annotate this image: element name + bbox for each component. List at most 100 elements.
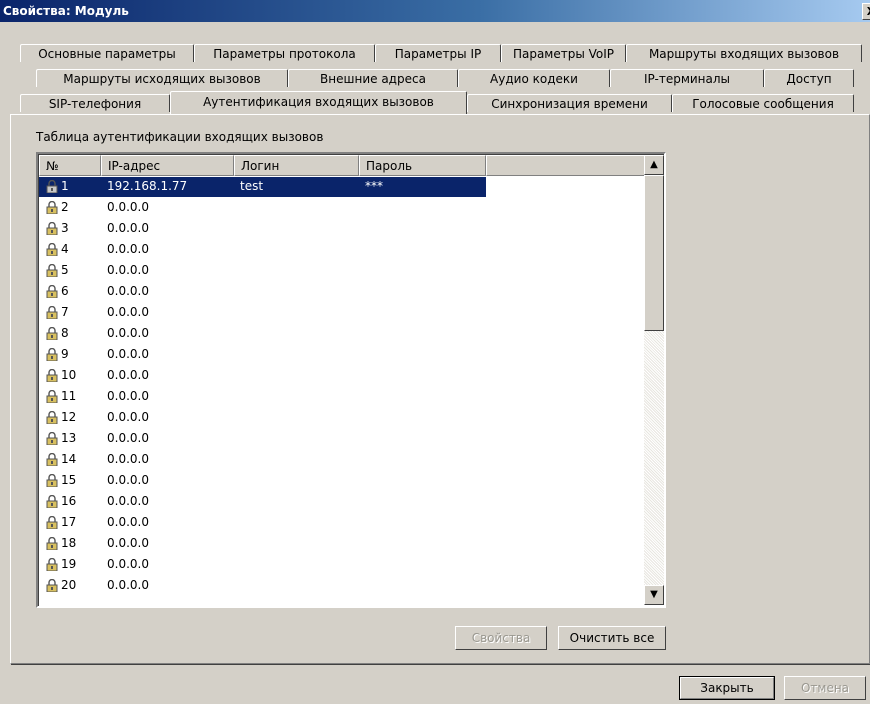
lock-icon <box>46 495 58 508</box>
table-caption: Таблица аутентификации входящих вызовов <box>36 130 324 144</box>
cell-num: 10 <box>61 368 77 382</box>
cell-ip-address: 0.0.0.0 <box>107 452 149 466</box>
cell-num: 2 <box>61 200 69 214</box>
cell-num: 4 <box>61 242 69 256</box>
table-row[interactable]: 19 0.0.0.0 <box>39 554 645 575</box>
column-header-login[interactable]: Логин <box>234 155 359 176</box>
lock-icon <box>46 222 58 235</box>
table-header: № IP-адрес Логин Пароль <box>39 155 645 176</box>
cell-num: 15 <box>61 473 77 487</box>
vertical-scrollbar[interactable]: ▲ ▼ <box>644 155 664 605</box>
scroll-down-button[interactable]: ▼ <box>644 585 664 605</box>
tab-row1-5[interactable]: Маршруты входящих вызовов <box>626 44 862 62</box>
table-row[interactable]: 9 0.0.0.0 <box>39 344 645 365</box>
title-bar: Свойства: Модуль X <box>0 0 870 22</box>
cell-ip-address: 0.0.0.0 <box>107 284 149 298</box>
lock-icon <box>46 348 58 361</box>
table-row[interactable]: 13 0.0.0.0 <box>39 428 645 449</box>
column-header-password[interactable]: Пароль <box>359 155 486 176</box>
tab-row2-2[interactable]: Внешние адреса <box>288 69 458 87</box>
cell-num: 3 <box>61 221 69 235</box>
lock-icon <box>46 390 58 403</box>
table-row[interactable]: 1 192.168.1.77 test *** <box>39 176 645 197</box>
tab-row1-2[interactable]: Параметры протокола <box>194 44 375 62</box>
table-row[interactable]: 3 0.0.0.0 <box>39 218 645 239</box>
clear-all-button[interactable]: Очистить все <box>558 626 666 650</box>
table-row[interactable]: 15 0.0.0.0 <box>39 470 645 491</box>
cell-ip-address: 192.168.1.77 <box>107 179 188 193</box>
table-row[interactable]: 20 0.0.0.0 <box>39 575 645 596</box>
cell-ip-address: 0.0.0.0 <box>107 368 149 382</box>
tab-row1-1[interactable]: Основные параметры <box>20 44 194 62</box>
scroll-thumb[interactable] <box>644 175 664 331</box>
cell-num: 19 <box>61 557 77 571</box>
lock-icon <box>46 285 58 298</box>
lock-icon <box>46 579 58 592</box>
table-row[interactable]: 10 0.0.0.0 <box>39 365 645 386</box>
cell-num: 7 <box>61 305 69 319</box>
tab-row3-4[interactable]: Голосовые сообщения <box>672 94 854 112</box>
table-row[interactable]: 6 0.0.0.0 <box>39 281 645 302</box>
cancel-button[interactable]: Отмена <box>784 676 866 700</box>
table-row[interactable]: 4 0.0.0.0 <box>39 239 645 260</box>
scroll-up-button[interactable]: ▲ <box>644 155 664 175</box>
close-window-button[interactable]: X <box>862 3 870 20</box>
tab-row3-1[interactable]: SIP-телефония <box>20 94 170 112</box>
lock-icon <box>46 201 58 214</box>
close-button[interactable]: Закрыть <box>679 676 775 700</box>
lock-icon <box>46 474 58 487</box>
table-row[interactable]: 18 0.0.0.0 <box>39 533 645 554</box>
cell-password: *** <box>365 179 383 193</box>
cell-ip-address: 0.0.0.0 <box>107 200 149 214</box>
tab-row3-3[interactable]: Синхронизация времени <box>467 94 672 112</box>
tab-row1-3[interactable]: Параметры IP <box>375 44 501 62</box>
table-row[interactable]: 16 0.0.0.0 <box>39 491 645 512</box>
properties-button[interactable]: Свойства <box>455 626 547 650</box>
cell-ip-address: 0.0.0.0 <box>107 242 149 256</box>
cell-ip-address: 0.0.0.0 <box>107 494 149 508</box>
lock-icon <box>46 432 58 445</box>
cell-ip-address: 0.0.0.0 <box>107 515 149 529</box>
cell-ip-address: 0.0.0.0 <box>107 473 149 487</box>
window-title: Свойства: Модуль <box>3 4 129 18</box>
column-header-ip[interactable]: IP-адрес <box>101 155 234 176</box>
cell-ip-address: 0.0.0.0 <box>107 326 149 340</box>
tab-row2-3[interactable]: Аудио кодеки <box>458 69 610 87</box>
cell-num: 14 <box>61 452 77 466</box>
cell-num: 20 <box>61 578 77 592</box>
lock-icon <box>46 369 58 382</box>
table-row[interactable]: 12 0.0.0.0 <box>39 407 645 428</box>
close-button-label: Закрыть <box>700 681 754 695</box>
auth-table[interactable]: № IP-адрес Логин Пароль 1 192.168.1.77 tes… <box>36 152 666 608</box>
cell-ip-address: 0.0.0.0 <box>107 578 149 592</box>
lock-icon <box>46 453 58 466</box>
lock-icon <box>46 537 58 550</box>
tab-row3-2[interactable]: Аутентификация входящих вызовов <box>170 91 467 114</box>
table-row[interactable]: 14 0.0.0.0 <box>39 449 645 470</box>
table-row[interactable]: 17 0.0.0.0 <box>39 512 645 533</box>
tab-row2-5[interactable]: Доступ <box>764 69 854 87</box>
table-row[interactable]: 7 0.0.0.0 <box>39 302 645 323</box>
tab-row2-4[interactable]: IP-терминалы <box>610 69 764 87</box>
table-row[interactable]: 8 0.0.0.0 <box>39 323 645 344</box>
lock-icon <box>46 264 58 277</box>
cell-num: 11 <box>61 389 77 403</box>
cell-num: 6 <box>61 284 69 298</box>
tab-row2-1[interactable]: Маршруты исходящих вызовов <box>36 69 288 87</box>
lock-icon <box>46 180 58 193</box>
cell-num: 1 <box>61 179 69 193</box>
cell-num: 17 <box>61 515 77 529</box>
table-row[interactable]: 11 0.0.0.0 <box>39 386 645 407</box>
table-row[interactable]: 2 0.0.0.0 <box>39 197 645 218</box>
lock-icon <box>46 558 58 571</box>
cell-num: 13 <box>61 431 77 445</box>
cell-ip-address: 0.0.0.0 <box>107 263 149 277</box>
cell-num: 8 <box>61 326 69 340</box>
table-row[interactable]: 5 0.0.0.0 <box>39 260 645 281</box>
tab-row1-4[interactable]: Параметры VoIP <box>501 44 626 62</box>
cell-ip-address: 0.0.0.0 <box>107 536 149 550</box>
cell-login: test <box>240 179 264 193</box>
cell-ip-address: 0.0.0.0 <box>107 347 149 361</box>
column-header-empty <box>486 155 645 176</box>
column-header-num[interactable]: № <box>39 155 101 176</box>
